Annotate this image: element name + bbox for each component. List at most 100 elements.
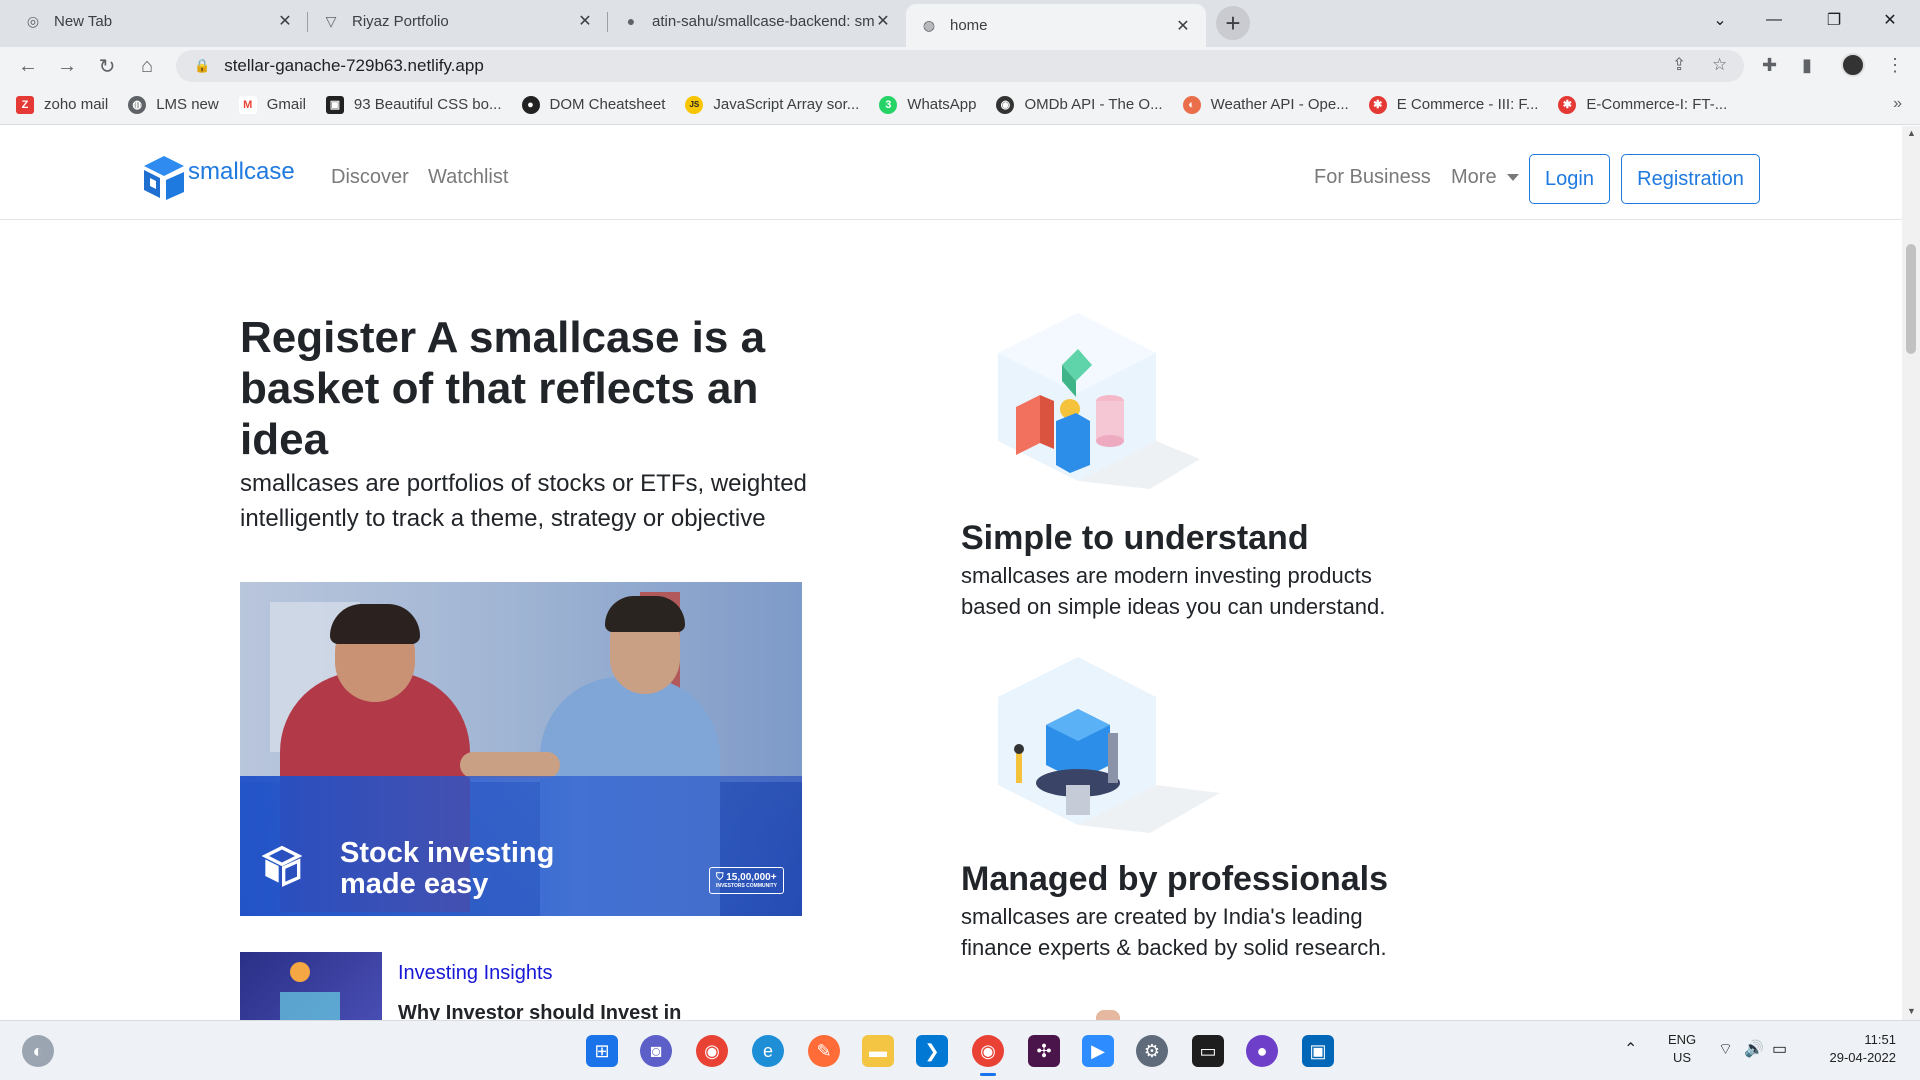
bookmark-star-icon[interactable]: ☆ (1712, 55, 1727, 75)
smallcase-logo-icon (144, 156, 184, 200)
bookmark-js-array[interactable]: JS JavaScript Array sor... (685, 95, 859, 114)
restore-button[interactable]: ❐ (1804, 0, 1864, 40)
insight-title[interactable]: Why Investor should Invest in (398, 1002, 681, 1020)
close-icon[interactable]: ✕ (276, 12, 294, 30)
chevron-up-icon[interactable]: ⌃ (1624, 1039, 1637, 1059)
tab-new-tab[interactable]: ◎ New Tab ✕ (10, 0, 308, 42)
extensions-icon[interactable]: ✚ (1762, 55, 1777, 76)
bookmark-ecommerce-3[interactable]: ✱ E Commerce - III: F... (1368, 95, 1539, 114)
bookmark-zoho-mail[interactable]: Zzoho mail (16, 95, 108, 114)
volume-icon[interactable]: 🔊 (1744, 1039, 1764, 1059)
file-explorer-icon[interactable]: ▬ (862, 1035, 894, 1067)
tab-strip: ◎ New Tab ✕ ▽ Riyaz Portfolio ✕ ● atin-s… (0, 0, 1920, 47)
close-icon[interactable]: ✕ (576, 12, 594, 30)
edge-icon[interactable]: e (752, 1035, 784, 1067)
professionals-illustration (998, 657, 1220, 833)
time-text: 11:51 (1864, 1032, 1896, 1047)
wifi-icon[interactable]: ⌔ (1718, 1039, 1733, 1059)
scrollbar-thumb[interactable] (1906, 244, 1916, 354)
slack-icon[interactable]: ✣ (1028, 1035, 1060, 1067)
close-window-button[interactable]: ✕ (1860, 0, 1920, 40)
bookmarks-bar: Zzoho mail ◍ LMS new M Gmail ▣ 93 Beautiful… (0, 85, 1920, 125)
hero-subtitle: smallcases are portfolios of stocks or E… (240, 470, 807, 532)
bookmark-label: 93 Beautiful CSS bo... (353, 96, 502, 113)
scroll-down-icon[interactable]: ▼ (1907, 1006, 1916, 1016)
omdb-icon: ◉ (996, 95, 1015, 114)
new-tab-button[interactable]: + (1216, 6, 1250, 40)
globe-icon: ◍ (922, 17, 936, 33)
clock[interactable]: 11:51 29-04-2022 (1816, 1031, 1897, 1067)
reload-icon[interactable]: ↻ (93, 52, 121, 80)
chevron-double-right-icon[interactable]: » (1893, 95, 1902, 113)
vscode-icon[interactable]: ❯ (916, 1035, 948, 1067)
tab-riyaz-portfolio[interactable]: ▽ Riyaz Portfolio ✕ (308, 0, 608, 42)
smallcase-logo-icon (262, 845, 302, 887)
nav-discover[interactable]: Discover (331, 166, 409, 189)
tab-home[interactable]: ◍ home ✕ (906, 4, 1206, 47)
terminal-icon[interactable]: ▭ (1192, 1035, 1224, 1067)
url-text: stellar-ganache-729b63.netlify.app (224, 56, 484, 75)
hero-image-caption: Stock investing made easy (340, 838, 554, 900)
lock-icon[interactable]: 🔒 (194, 58, 210, 74)
postman-icon[interactable]: ✎ (808, 1035, 840, 1067)
tab-github[interactable]: ● atin-sahu/smallcase-backend: sm ✕ (608, 0, 906, 42)
bookmark-omdb[interactable]: ◉ OMDb API - The O... (996, 95, 1163, 114)
caret-down-icon (1506, 174, 1519, 182)
investors-badge: ⛉ 15,00,000+ INVESTORS COMMUNITY (708, 867, 784, 894)
bookmark-gmail[interactable]: M Gmail (238, 95, 306, 114)
browser-toolbar: ← → ↻ ⌂ 🔒 stellar-ganache-729b63.netlify… (0, 47, 1920, 85)
bookmark-css[interactable]: ▣ 93 Beautiful CSS bo... (325, 95, 502, 114)
insight-thumbnail[interactable] (240, 952, 382, 1020)
feature-description: smallcases are created by India's leadin… (961, 904, 1387, 960)
chrome-active-icon[interactable]: ◉ (972, 1035, 1004, 1067)
hero-image: Stock investing made easy ⛉ 15,00,000+ I… (240, 582, 802, 916)
remote-desktop-icon[interactable]: ▣ (1302, 1035, 1334, 1067)
region-text: US (1673, 1050, 1692, 1065)
bookmark-weather[interactable]: ◐ Weather API - Ope... (1182, 95, 1349, 114)
language-indicator[interactable]: ENG US (1668, 1031, 1696, 1067)
registration-button[interactable]: Registration (1621, 154, 1760, 204)
nav-watchlist[interactable]: Watchlist (428, 166, 508, 189)
bookmark-dom[interactable]: ● DOM Cheatsheet (521, 95, 665, 114)
bookmark-label: E-Commerce-I: FT-... (1586, 96, 1728, 113)
settings-icon[interactable]: ⚙ (1136, 1035, 1168, 1067)
battery-icon[interactable]: ▭ (1772, 1039, 1787, 1059)
back-icon[interactable]: ← (14, 52, 42, 80)
zoom-icon[interactable]: ▶ (1082, 1035, 1114, 1067)
profile-avatar[interactable] (1841, 53, 1865, 77)
close-icon[interactable]: ✕ (1174, 17, 1192, 35)
close-icon[interactable]: ✕ (874, 12, 892, 30)
side-panel-icon[interactable]: ▮ (1802, 55, 1812, 76)
scroll-up-icon[interactable]: ▲ (1907, 128, 1916, 138)
bookmark-ecommerce-1[interactable]: ✱ E-Commerce-I: FT-... (1558, 95, 1728, 114)
menu-kebab-icon[interactable]: ⋮ (1886, 55, 1904, 76)
tab-search-icon[interactable]: ⌄ (1690, 0, 1750, 40)
home-icon[interactable]: ⌂ (133, 52, 161, 80)
address-bar[interactable]: 🔒 stellar-ganache-729b63.netlify.app (176, 50, 1744, 82)
badge-sub: INVESTORS COMMUNITY (715, 883, 777, 889)
chrome-icon[interactable]: ◉ (696, 1035, 728, 1067)
tab-title: Riyaz Portfolio (352, 12, 449, 30)
login-button[interactable]: Login (1529, 154, 1610, 204)
weather-widget-icon[interactable]: ◐ (22, 1035, 54, 1067)
windows-taskbar: ◐ ⊞ ◙ ◉ e ✎ ▬ ❯ ◉ ✣ ▶ ⚙ ▭ ● ▣ ⌃ ENG US ⌔… (0, 1020, 1920, 1080)
share-icon[interactable]: ⇪ (1672, 55, 1686, 75)
gear-icon: ✱ (1368, 95, 1387, 114)
forward-icon[interactable]: → (53, 52, 81, 80)
windows-icon[interactable]: ⊞ (586, 1035, 618, 1067)
page-scrollbar[interactable]: ▲ ▼ (1902, 126, 1920, 1020)
github-desktop-icon[interactable]: ● (1246, 1035, 1278, 1067)
teams-icon[interactable]: ◙ (640, 1035, 672, 1067)
nav-more-dropdown[interactable]: More (1451, 166, 1519, 189)
bookmark-whatsapp[interactable]: 3 WhatsApp (879, 95, 976, 114)
minimize-button[interactable]: — (1744, 0, 1804, 40)
bookmark-label: E Commerce - III: F... (1396, 96, 1539, 113)
insight-category-link[interactable]: Investing Insights (398, 962, 553, 985)
bomb-icon: ● (521, 95, 540, 114)
css-icon: ▣ (325, 95, 344, 114)
feature-title: Managed by professionals (961, 860, 1388, 898)
nav-for-business[interactable]: For Business (1314, 166, 1431, 189)
brand-logo[interactable]: smallcase (140, 152, 295, 204)
bookmark-lms[interactable]: ◍ LMS new (128, 95, 219, 114)
zoho-icon: Z (16, 95, 34, 114)
